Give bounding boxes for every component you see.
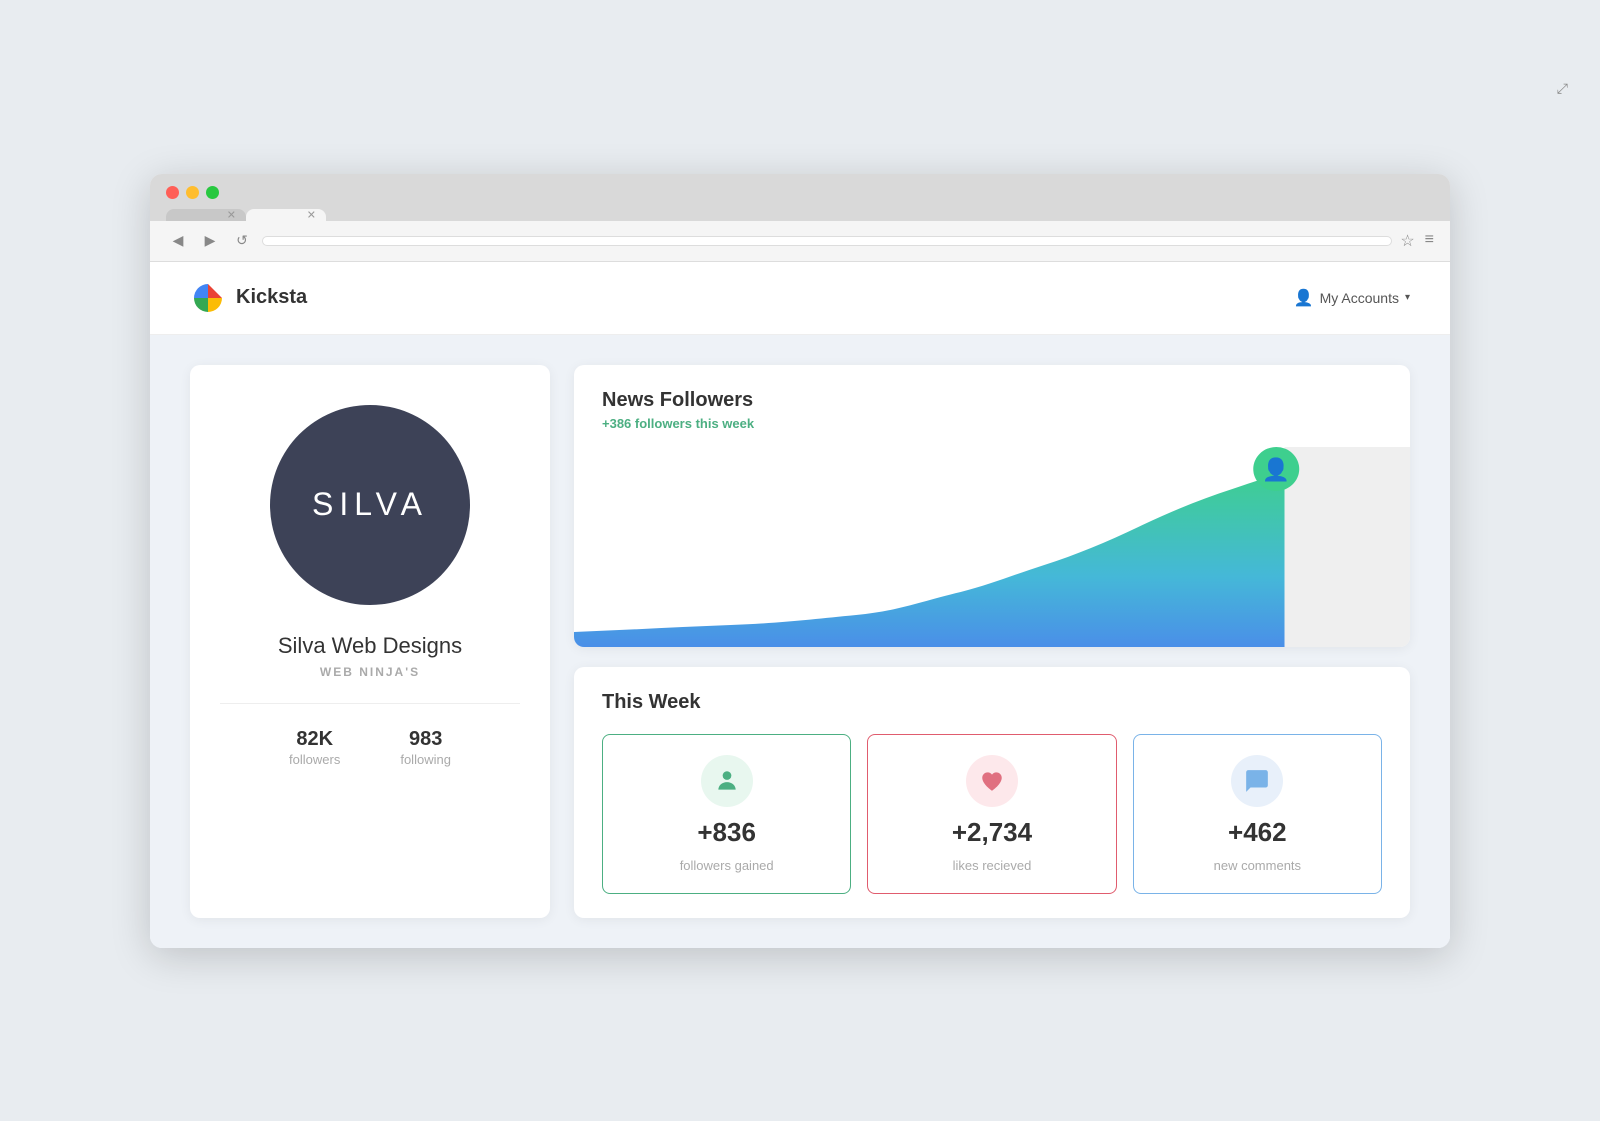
chart-subtitle: +386 followers this week xyxy=(602,416,1382,431)
app-content: SILVA Silva Web Designs WEB NINJA'S 82K … xyxy=(150,335,1450,948)
new-comments-number: +462 xyxy=(1228,817,1287,848)
following-label: following xyxy=(400,752,451,767)
logo-text: Kicksta xyxy=(236,286,307,309)
kicksta-logo-icon xyxy=(190,280,226,316)
menu-icon[interactable]: ≡ xyxy=(1425,231,1434,251)
followers-gained-icon xyxy=(701,755,753,807)
browser-window: ✕ ✕ ◀ ▶ ↺ ☆ ≡ ⤢ xyxy=(150,174,1450,948)
likes-received-card: +2,734 likes recieved xyxy=(867,734,1116,894)
followers-gained-number: +836 xyxy=(697,817,756,848)
chart-subtitle-text: followers this week xyxy=(631,416,754,431)
star-icon[interactable]: ☆ xyxy=(1400,231,1414,251)
followers-stat: 82K followers xyxy=(289,728,340,769)
this-week-title: This Week xyxy=(602,691,1382,714)
followers-label: followers xyxy=(289,752,340,767)
logo-area: Kicksta xyxy=(190,280,307,316)
following-stat: 983 following xyxy=(400,728,451,769)
profile-stats: 82K followers 983 following xyxy=(289,728,451,769)
followers-gained-label: followers gained xyxy=(680,858,774,873)
profile-card: SILVA Silva Web Designs WEB NINJA'S 82K … xyxy=(190,365,550,918)
avatar: SILVA xyxy=(270,405,470,605)
browser-content: Kicksta 👤 My Accounts ▾ SILVA Silva Web … xyxy=(150,262,1450,948)
browser-toolbar: ◀ ▶ ↺ ☆ ≡ ⤢ xyxy=(150,221,1450,262)
back-button[interactable]: ◀ xyxy=(166,229,190,253)
likes-received-icon xyxy=(966,755,1018,807)
maximize-button[interactable] xyxy=(206,186,219,199)
refresh-button[interactable]: ↺ xyxy=(230,229,254,253)
profile-divider xyxy=(220,703,520,704)
following-count: 983 xyxy=(400,728,451,751)
new-comments-label: new comments xyxy=(1214,858,1301,873)
followers-chart-svg: 👤 xyxy=(574,447,1410,647)
tabs-bar: ✕ ✕ xyxy=(166,209,1434,221)
chart-area: 👤 xyxy=(574,447,1410,647)
profile-subtitle: WEB NINJA'S xyxy=(320,665,420,679)
new-comments-card: +462 new comments xyxy=(1133,734,1382,894)
new-comments-icon xyxy=(1231,755,1283,807)
profile-name: Silva Web Designs xyxy=(278,633,462,659)
browser-chrome: ✕ ✕ xyxy=(150,174,1450,221)
tab-2-active[interactable]: ✕ xyxy=(246,209,326,221)
this-week-card: This Week +836 followers gained xyxy=(574,667,1410,918)
right-panel: News Followers +386 followers this week xyxy=(574,365,1410,918)
likes-received-number: +2,734 xyxy=(952,817,1032,848)
address-bar[interactable] xyxy=(262,236,1392,246)
chart-title: News Followers xyxy=(602,389,1382,412)
traffic-lights xyxy=(166,186,1434,199)
stats-row: +836 followers gained +2,734 likes xyxy=(602,734,1382,894)
user-icon: 👤 xyxy=(1294,288,1314,308)
minimize-button[interactable] xyxy=(186,186,199,199)
forward-button[interactable]: ▶ xyxy=(198,229,222,253)
tab-close-active-icon[interactable]: ✕ xyxy=(307,208,316,221)
my-accounts-label: My Accounts xyxy=(1320,290,1399,306)
likes-received-label: likes recieved xyxy=(953,858,1032,873)
toolbar-right: ☆ ≡ ⤢ xyxy=(1400,231,1434,251)
followers-count: 82K xyxy=(289,728,340,751)
tab-close-icon[interactable]: ✕ xyxy=(227,208,236,221)
tab-1[interactable]: ✕ xyxy=(166,209,246,221)
chevron-down-icon: ▾ xyxy=(1405,292,1410,303)
svg-text:👤: 👤 xyxy=(1262,456,1291,481)
close-button[interactable] xyxy=(166,186,179,199)
followers-gained-card: +836 followers gained xyxy=(602,734,851,894)
app-header: Kicksta 👤 My Accounts ▾ xyxy=(150,262,1450,335)
my-accounts-button[interactable]: 👤 My Accounts ▾ xyxy=(1294,288,1410,308)
chart-card: News Followers +386 followers this week xyxy=(574,365,1410,647)
avatar-text: SILVA xyxy=(312,486,428,523)
chart-subtitle-number: +386 xyxy=(602,416,631,431)
